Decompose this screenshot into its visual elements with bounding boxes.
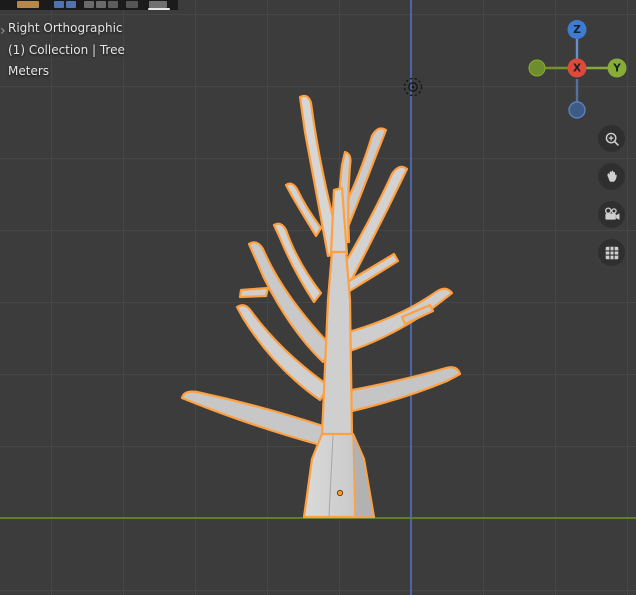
camera-icon (605, 207, 620, 220)
viewport-overlay-text: Right Orthographic (1) Collection | Tree… (8, 18, 125, 83)
toolbar-toggle-arrow[interactable]: › (0, 24, 6, 38)
hand-icon (606, 170, 617, 182)
gizmo-x-label: X (573, 63, 581, 75)
active-tab-underline (148, 8, 170, 10)
shading-icon-b[interactable] (96, 1, 106, 8)
overlay-icon[interactable] (126, 1, 138, 8)
magnifier-plus-icon (605, 132, 619, 146)
camera-view-button[interactable] (598, 201, 625, 228)
shading-icon-c[interactable] (108, 1, 118, 8)
breadcrumb: (1) Collection | Tree (8, 42, 125, 57)
active-tool-icon[interactable] (149, 1, 167, 8)
tree-object[interactable] (180, 94, 462, 519)
grid-icon (605, 246, 618, 259)
gizmo-z-label: Z (573, 24, 581, 36)
navigation-gizmo[interactable]: Z X Y (528, 16, 628, 120)
gizmo-axis-y[interactable]: Y (607, 58, 627, 78)
toggle-grid-button[interactable] (598, 239, 625, 266)
shading-icon-a[interactable] (84, 1, 94, 8)
viewport-side-toolbar (598, 125, 625, 266)
gizmo-axis-x[interactable]: X (567, 58, 587, 78)
3d-viewport[interactable]: Right Orthographic (1) Collection | Tree… (0, 0, 636, 595)
mode-icon-b[interactable] (66, 1, 76, 8)
view-name-label: Right Orthographic (8, 21, 123, 35)
gizmo-y-label: Y (612, 63, 621, 75)
editor-header-fragment (0, 0, 178, 10)
gizmo-axis-z-negative[interactable] (568, 101, 586, 119)
pan-button[interactable] (598, 163, 625, 190)
object-origin-dot[interactable] (336, 489, 344, 497)
gizmo-axis-z[interactable]: Z (567, 20, 587, 39)
point-light-icon[interactable] (403, 77, 423, 97)
mode-icon-a[interactable] (54, 1, 64, 8)
zoom-button[interactable] (598, 125, 625, 152)
units-label: Meters (8, 64, 50, 78)
gizmo-axis-y-negative[interactable] (528, 59, 546, 77)
editor-type-icon[interactable] (17, 1, 39, 8)
